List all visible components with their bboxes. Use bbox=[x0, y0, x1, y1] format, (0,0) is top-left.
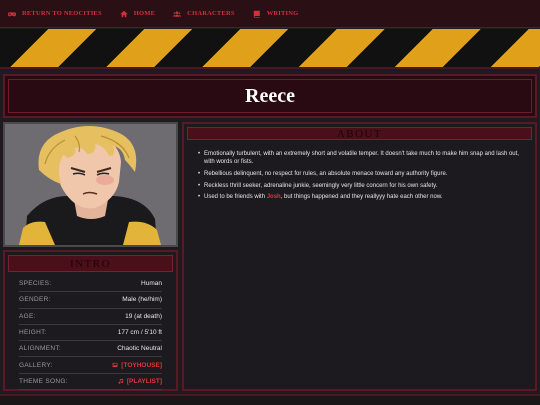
footer-strip bbox=[0, 394, 540, 405]
intro-heading-bar: Intro bbox=[8, 255, 173, 272]
nav-home[interactable]: Home bbox=[120, 10, 155, 18]
intro-value: Male (he/him) bbox=[122, 296, 162, 304]
intro-key: Gender: bbox=[19, 296, 51, 304]
nav-writing[interactable]: Writing bbox=[253, 10, 299, 18]
intro-row-height: Height: 177 cm / 5'10 ft bbox=[19, 325, 162, 342]
about-panel: About Emotionally turbulent, with an ext… bbox=[182, 122, 537, 391]
intro-value: 177 cm / 5'10 ft bbox=[117, 329, 162, 337]
intro-row-gallery: Gallery: [TOYHOUSE] bbox=[19, 357, 162, 374]
nav-label: Characters bbox=[187, 10, 235, 17]
top-nav: Return to Neocities Home Characters Writ… bbox=[0, 0, 540, 28]
title-box: Reece bbox=[3, 74, 537, 118]
about-text: , but things happened and they reallyyy … bbox=[280, 194, 443, 201]
intro-panel: Intro Species: Human Gender: Male (he/hi… bbox=[3, 250, 178, 391]
intro-key: Gallery: bbox=[19, 361, 53, 369]
intro-row-theme-song: Theme Song: [PLAYLIST] bbox=[19, 374, 162, 391]
intro-row-age: Age: 19 (at death) bbox=[19, 309, 162, 325]
intro-heading: Intro bbox=[69, 257, 112, 270]
music-note-icon bbox=[118, 379, 123, 385]
intro-key: Species: bbox=[19, 280, 52, 288]
intro-key: Height: bbox=[19, 329, 47, 337]
home-icon bbox=[120, 10, 128, 18]
about-bullet: Reckless thrill seeker, adrenaline junki… bbox=[198, 182, 525, 191]
toyhouse-link[interactable]: [TOYHOUSE] bbox=[112, 362, 162, 369]
about-bullet: Rebellious delinquent, no respect for ru… bbox=[198, 170, 525, 179]
about-list: Emotionally turbulent, with an extremely… bbox=[198, 150, 525, 205]
hazard-stripe-banner bbox=[0, 29, 540, 69]
intro-value: 19 (at death) bbox=[125, 312, 162, 320]
intro-value: Human bbox=[141, 280, 162, 288]
character-portrait bbox=[3, 122, 178, 247]
about-bullet: Used to be friends with Josh, but things… bbox=[198, 193, 525, 202]
about-heading-bar: About bbox=[187, 127, 532, 140]
intro-row-gender: Gender: Male (he/him) bbox=[19, 292, 162, 309]
intro-key: Alignment: bbox=[19, 345, 62, 353]
nav-label: Writing bbox=[266, 10, 299, 17]
gamepad-icon bbox=[8, 10, 16, 18]
portrait-illustration bbox=[5, 124, 176, 245]
josh-link[interactable]: Josh bbox=[267, 194, 281, 200]
intro-value: Chaotic Neutral bbox=[117, 345, 162, 353]
about-heading: About bbox=[336, 127, 383, 140]
nav-characters[interactable]: Characters bbox=[173, 10, 235, 18]
nav-label: Home bbox=[133, 10, 156, 17]
toyhouse-link-label: [TOYHOUSE] bbox=[121, 361, 162, 369]
nav-return-to-neocities[interactable]: Return to Neocities bbox=[8, 10, 102, 18]
playlist-link-label: [PLAYLIST] bbox=[126, 377, 162, 385]
image-icon bbox=[112, 363, 118, 368]
character-name: Reece bbox=[245, 84, 295, 107]
intro-list: Species: Human Gender: Male (he/him) Age… bbox=[19, 276, 162, 391]
book-icon bbox=[253, 10, 261, 18]
intro-key: Theme Song: bbox=[19, 377, 68, 385]
playlist-link[interactable]: [PLAYLIST] bbox=[118, 378, 162, 385]
users-icon bbox=[173, 10, 182, 18]
intro-row-species: Species: Human bbox=[19, 276, 162, 293]
intro-key: Age: bbox=[19, 312, 36, 320]
about-text: Used to be friends with bbox=[204, 194, 267, 201]
intro-row-alignment: Alignment: Chaotic Neutral bbox=[19, 341, 162, 358]
about-bullet: Emotionally turbulent, with an extremely… bbox=[198, 150, 525, 167]
nav-label: Return to Neocities bbox=[22, 10, 102, 17]
